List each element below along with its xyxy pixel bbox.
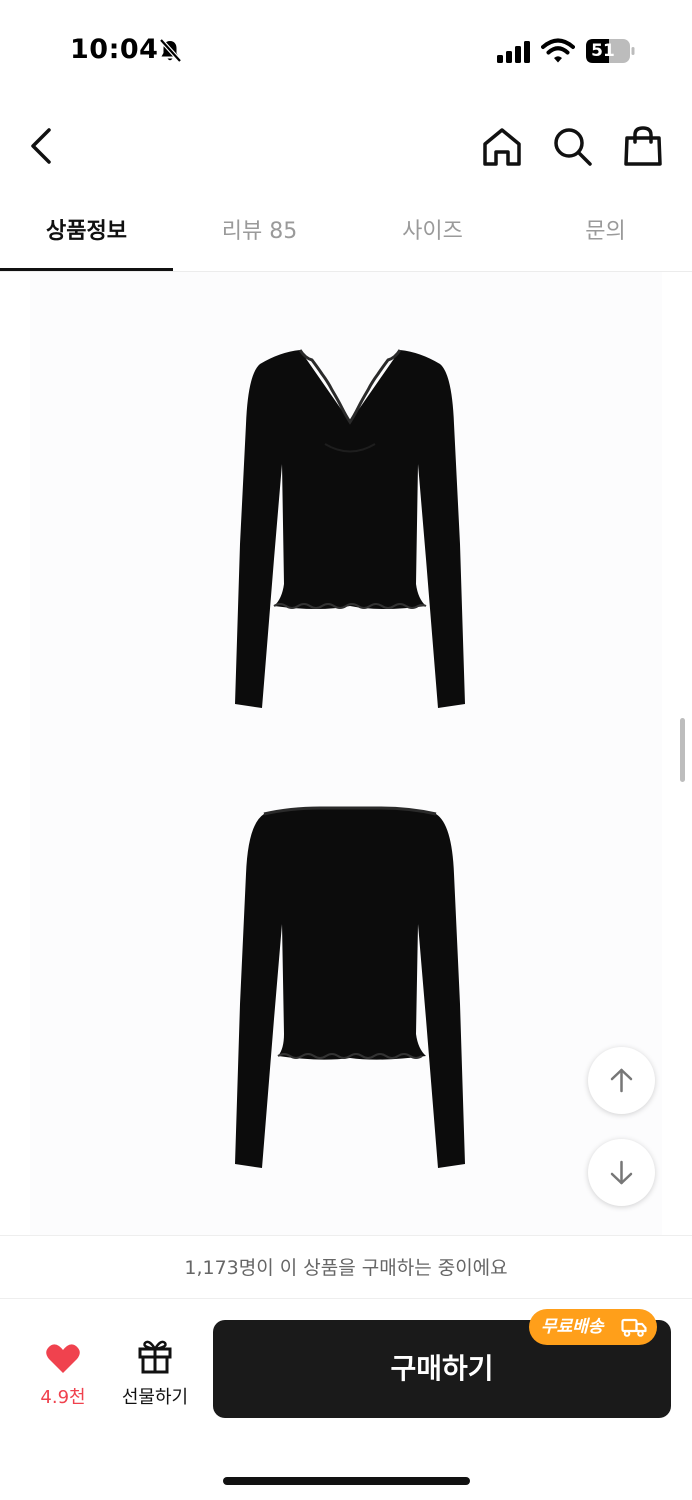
tab-bar: 상품정보 리뷰 85 사이즈 문의 xyxy=(0,200,692,272)
free-shipping-label: 무료배송 xyxy=(541,1317,604,1337)
product-image-front xyxy=(235,349,465,708)
scroll-down-button[interactable] xyxy=(588,1139,655,1206)
purchase-notice-bar: 1,173명이 이 상품을 구매하는 중이에요 xyxy=(0,1235,692,1299)
heart-icon[interactable] xyxy=(45,1343,81,1375)
arrow-down-icon xyxy=(610,1160,633,1185)
truck-icon xyxy=(621,1318,647,1337)
signal-icon xyxy=(497,41,530,63)
bottom-action-bar: 4.9천 선물하기 구매하기 무료배송 xyxy=(0,1299,692,1500)
like-count: 4.9천 xyxy=(40,1387,86,1408)
arrow-up-icon xyxy=(610,1068,633,1093)
gift-label[interactable]: 선물하기 xyxy=(110,1383,200,1409)
purchase-notice-text: 1,173명이 이 상품을 구매하는 중이에요 xyxy=(184,1257,508,1279)
tab-product-info[interactable]: 상품정보 xyxy=(0,200,173,272)
tab-inquiry[interactable]: 문의 xyxy=(519,200,692,272)
shopping-bag-icon[interactable] xyxy=(622,124,664,168)
tab-size[interactable]: 사이즈 xyxy=(346,200,519,272)
active-tab-indicator xyxy=(0,268,173,271)
wifi-icon xyxy=(541,38,575,63)
search-icon[interactable] xyxy=(551,125,593,167)
product-detail-content[interactable] xyxy=(0,272,692,1235)
status-time: 10:04 xyxy=(70,34,159,65)
battery-level: 51 xyxy=(591,41,615,61)
home-icon[interactable] xyxy=(480,126,524,168)
free-shipping-badge: 무료배송 xyxy=(529,1309,657,1345)
bell-mute-icon xyxy=(159,38,182,63)
status-bar: 10:04 51 xyxy=(0,0,692,100)
product-image-back xyxy=(235,806,465,1168)
chevron-left-icon[interactable] xyxy=(24,124,60,168)
tab-reviews[interactable]: 리뷰 85 xyxy=(173,200,346,272)
gift-icon[interactable] xyxy=(137,1337,173,1375)
scroll-up-button[interactable] xyxy=(588,1047,655,1114)
home-indicator xyxy=(223,1477,470,1485)
scrollbar-thumb[interactable] xyxy=(680,718,685,782)
top-navigation xyxy=(0,100,692,200)
